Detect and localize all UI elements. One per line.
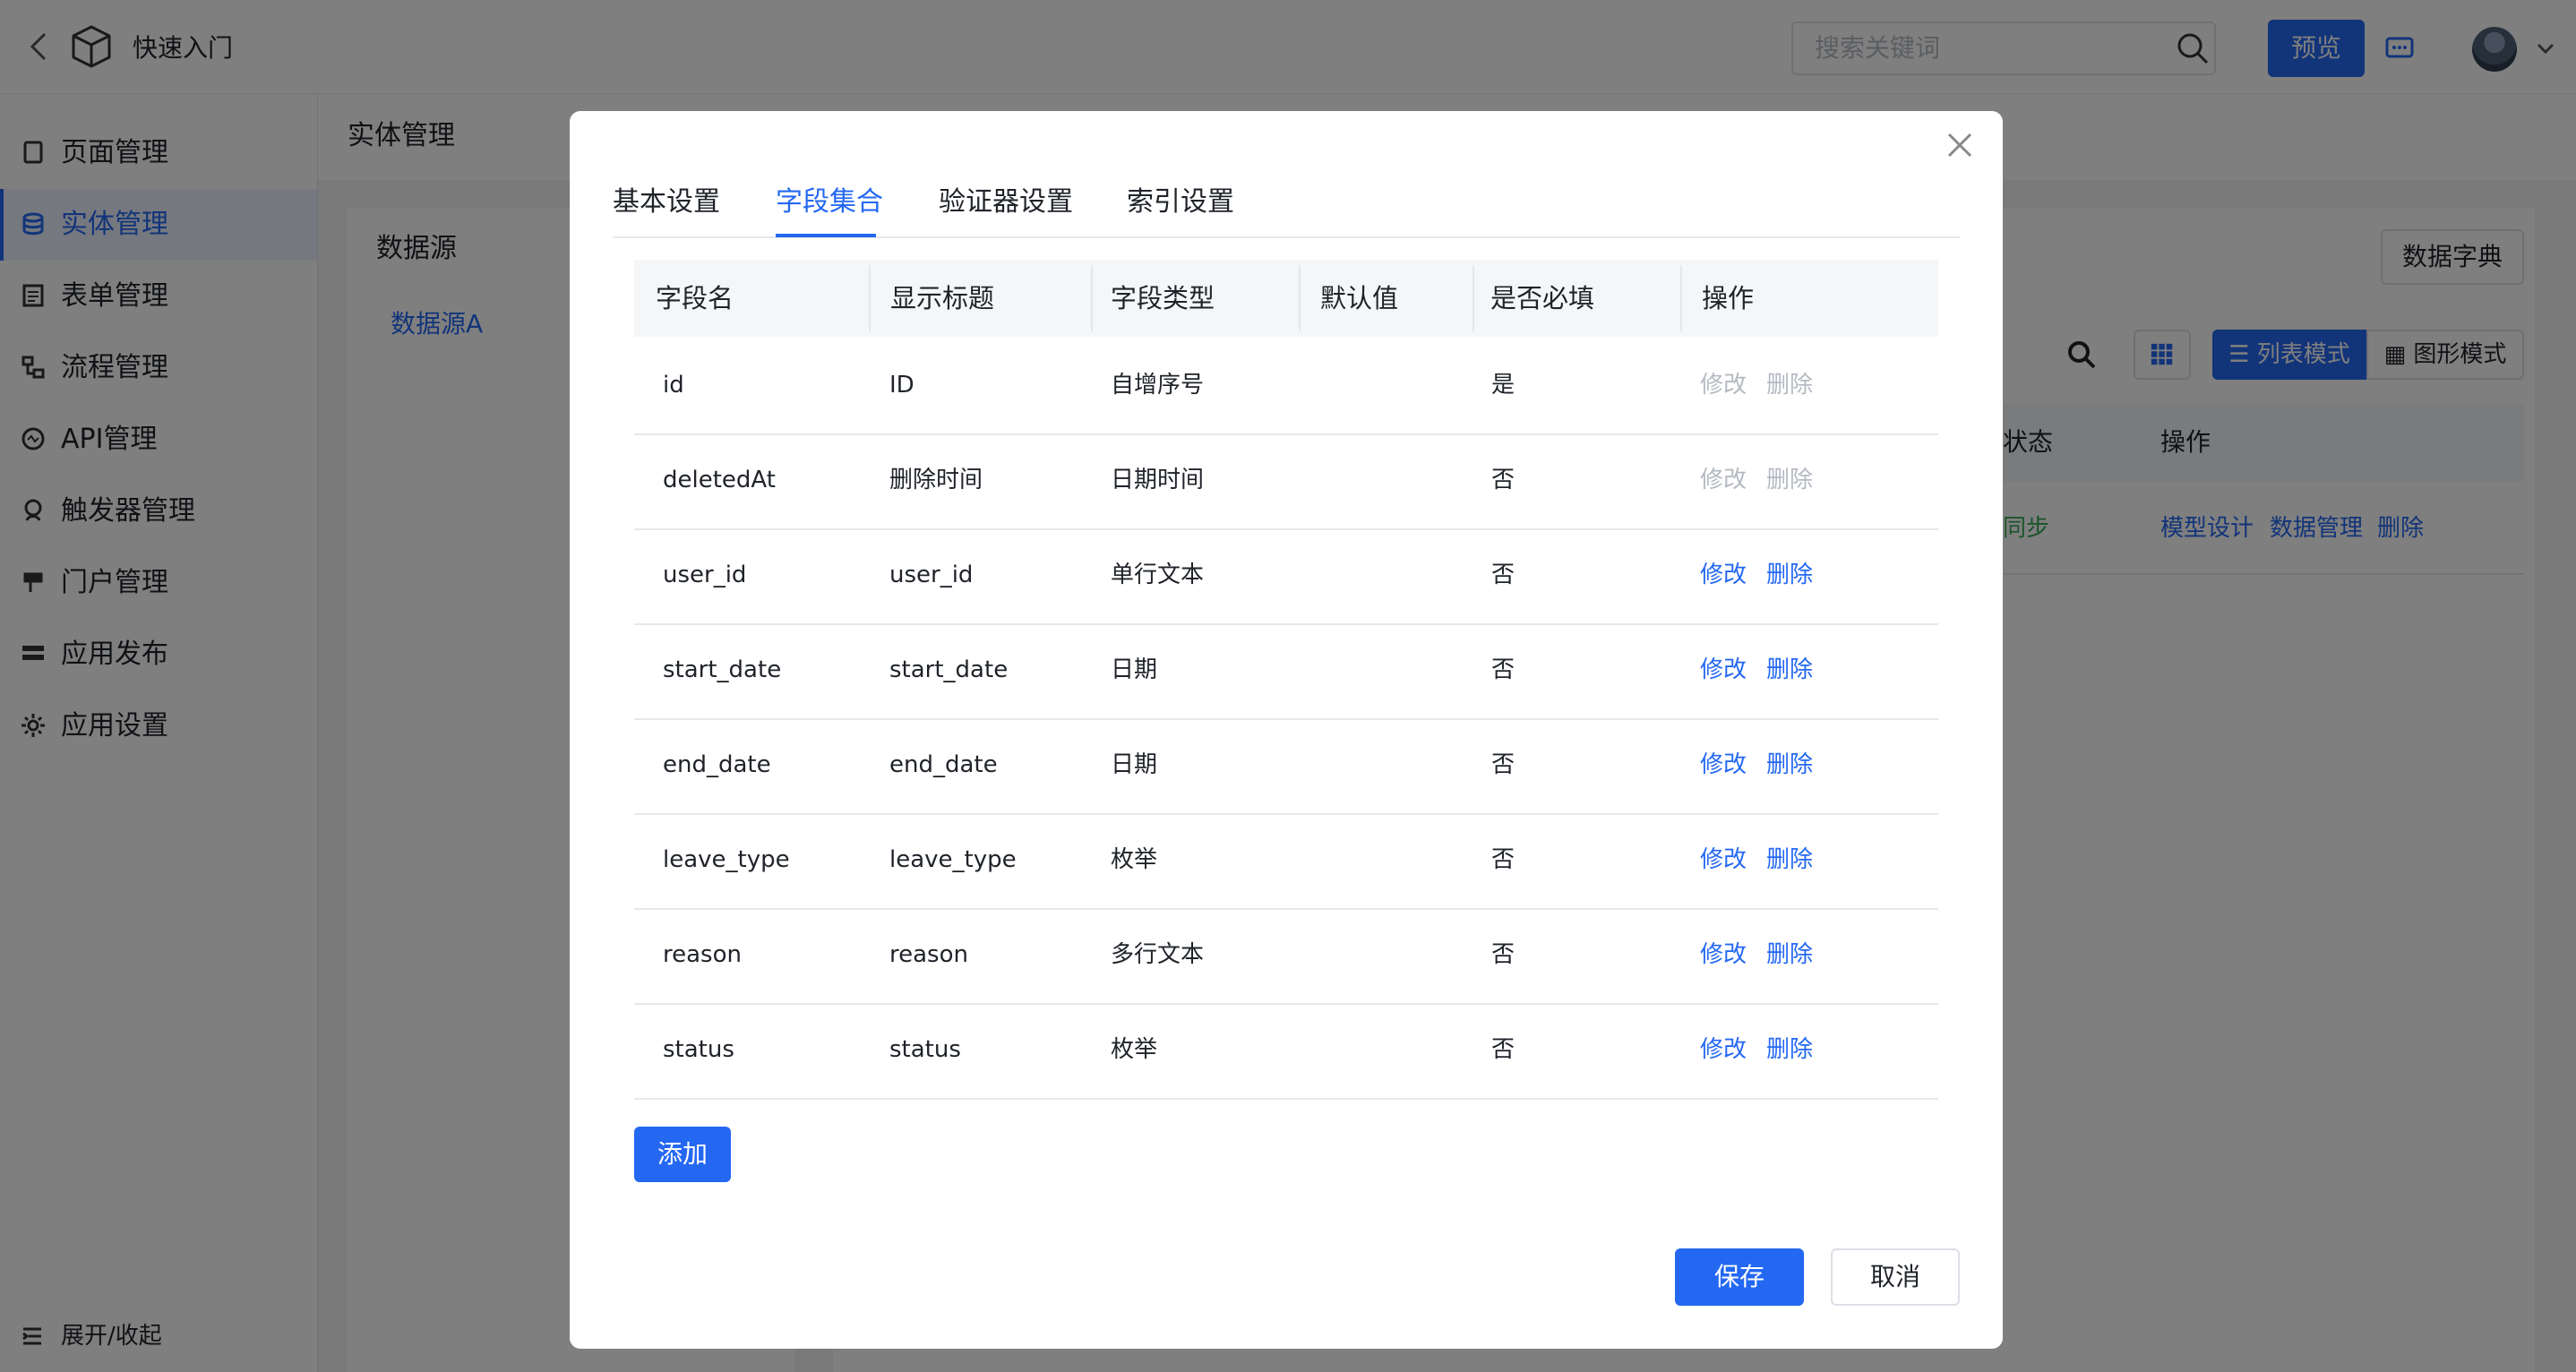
active-tab-indicator <box>776 234 876 237</box>
cell-field-name: id <box>663 372 684 399</box>
cell-display-title: leave_type <box>889 846 1017 873</box>
delete-link[interactable]: 删除 <box>1766 937 1813 973</box>
column-divider <box>1299 265 1301 331</box>
cell-required: 否 <box>1491 846 1516 873</box>
cell-field-name: status <box>663 1036 734 1063</box>
cell-field-type: 自增序号 <box>1111 372 1205 399</box>
cell-display-title: reason <box>889 941 968 968</box>
tab-index-settings[interactable]: 索引设置 <box>1127 183 1234 222</box>
edit-link[interactable]: 修改 <box>1700 747 1747 783</box>
cell-required: 否 <box>1491 656 1516 683</box>
cell-display-title: end_date <box>889 751 998 778</box>
cancel-button[interactable]: 取消 <box>1831 1248 1960 1306</box>
cell-field-name: reason <box>663 941 742 968</box>
edit-link: 修改 <box>1700 372 1747 399</box>
cell-display-title: 删除时间 <box>889 467 983 493</box>
tab-field-collection[interactable]: 字段集合 <box>776 183 883 222</box>
cell-field-type: 枚举 <box>1111 1036 1158 1063</box>
delete-link[interactable]: 删除 <box>1766 652 1813 688</box>
cell-field-name: user_id <box>663 562 747 588</box>
row-divider <box>634 1098 1938 1100</box>
tab-basic-settings[interactable]: 基本设置 <box>613 183 720 222</box>
cell-field-name: leave_type <box>663 846 790 873</box>
th-required: 是否必填 <box>1490 283 1595 313</box>
cell-display-title: ID <box>889 372 914 399</box>
edit-link[interactable]: 修改 <box>1700 937 1747 973</box>
column-divider <box>1473 265 1474 331</box>
edit-link[interactable]: 修改 <box>1700 842 1747 878</box>
cell-display-title: status <box>889 1036 961 1063</box>
cell-field-type: 枚举 <box>1111 846 1158 873</box>
cell-required: 否 <box>1491 562 1516 588</box>
delete-link[interactable]: 删除 <box>1766 842 1813 878</box>
delete-link[interactable]: 删除 <box>1766 747 1813 783</box>
save-button[interactable]: 保存 <box>1675 1248 1804 1306</box>
delete-link: 删除 <box>1766 372 1814 399</box>
cell-field-type: 日期时间 <box>1111 467 1205 493</box>
cell-field-name: deletedAt <box>663 467 776 493</box>
cell-display-title: user_id <box>889 562 974 588</box>
th-default-value: 默认值 <box>1320 283 1399 313</box>
th-field-type: 字段类型 <box>1111 283 1215 313</box>
edit-link[interactable]: 修改 <box>1700 1032 1747 1068</box>
cell-required: 是 <box>1491 372 1516 399</box>
tab-validator-settings[interactable]: 验证器设置 <box>939 183 1073 222</box>
cell-required: 否 <box>1491 1036 1516 1063</box>
delete-link[interactable]: 删除 <box>1766 557 1813 593</box>
cell-required: 否 <box>1491 467 1516 493</box>
th-actions: 操作 <box>1702 283 1755 313</box>
column-divider <box>1091 265 1093 331</box>
delete-link[interactable]: 删除 <box>1766 1032 1813 1068</box>
cell-field-type: 多行文本 <box>1111 941 1205 968</box>
cell-required: 否 <box>1491 941 1516 968</box>
close-icon[interactable] <box>1942 127 1978 163</box>
edit-link[interactable]: 修改 <box>1700 652 1747 688</box>
cell-field-name: start_date <box>663 656 782 683</box>
cell-field-type: 日期 <box>1111 656 1158 683</box>
th-display-title: 显示标题 <box>890 283 995 313</box>
cell-field-type: 日期 <box>1111 751 1158 778</box>
cell-display-title: start_date <box>889 656 1009 683</box>
edit-link[interactable]: 修改 <box>1700 557 1747 593</box>
edit-link: 修改 <box>1700 467 1747 493</box>
cell-field-type: 单行文本 <box>1111 562 1205 588</box>
cell-required: 否 <box>1491 751 1516 778</box>
delete-link: 删除 <box>1766 467 1814 493</box>
cell-field-name: end_date <box>663 751 771 778</box>
column-divider <box>869 265 871 331</box>
th-field-name: 字段名 <box>656 283 734 313</box>
column-divider <box>1680 265 1682 331</box>
add-field-button[interactable]: 添加 <box>634 1127 731 1182</box>
